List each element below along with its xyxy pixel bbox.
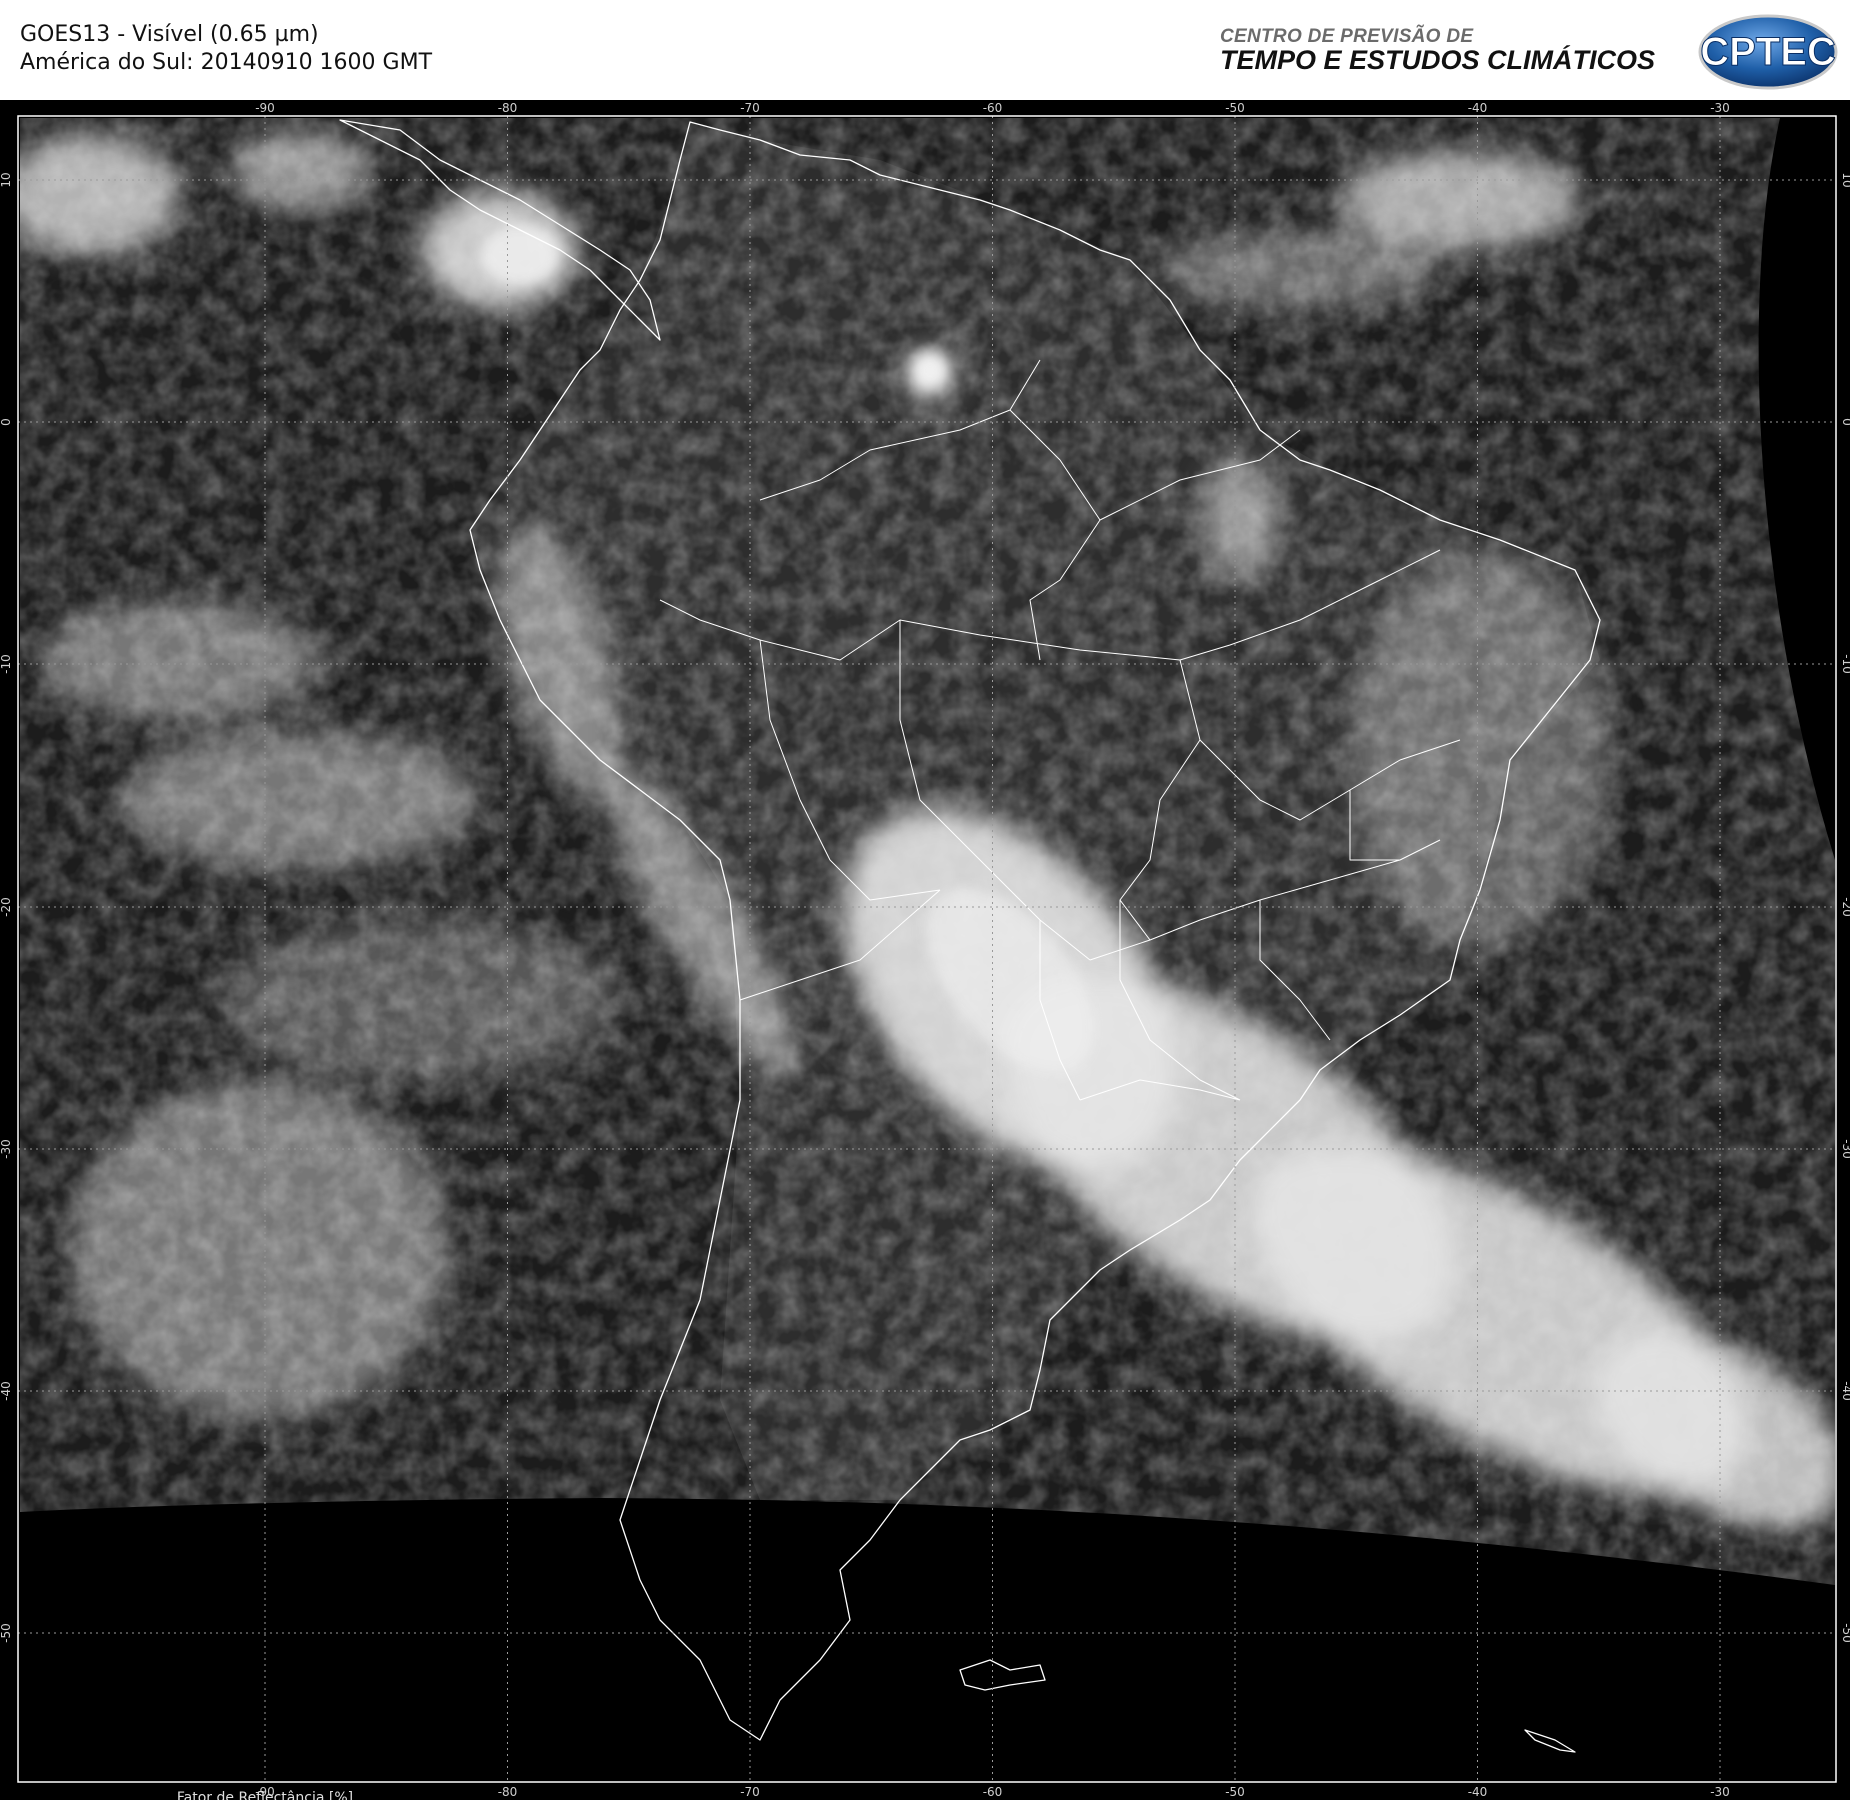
lat-label-right: -50 (1840, 1623, 1850, 1643)
lon-label-bottom: -40 (1468, 1785, 1488, 1799)
lon-label-bottom: -80 (498, 1785, 518, 1799)
reflectance-legend: Fator de Reflectância [%] 08162432404856… (50, 1790, 480, 1800)
page: GOES13 - Visível (0.65 µm) América do Su… (0, 0, 1850, 1800)
lon-label-bottom: -50 (1225, 1785, 1245, 1799)
header: GOES13 - Visível (0.65 µm) América do Su… (0, 0, 1850, 100)
lon-label-bottom: -30 (1710, 1785, 1730, 1799)
lon-label-top: -60 (983, 101, 1003, 115)
product-title: GOES13 - Visível (0.65 µm) (20, 22, 319, 47)
lon-label-top: -90 (255, 101, 275, 115)
lon-label-top: -70 (740, 101, 760, 115)
lon-label-top: -50 (1225, 101, 1245, 115)
lat-label-right: -10 (1840, 654, 1850, 674)
lat-label-left: 0 (0, 418, 13, 426)
lat-label-right: -30 (1840, 1139, 1850, 1159)
logo-text: CPTEC (1700, 30, 1836, 74)
cptec-logo: CPTEC (1698, 14, 1838, 90)
legend-title: Fator de Reflectância [%] (176, 1790, 354, 1800)
lat-label-left: -50 (0, 1623, 13, 1643)
lat-label-left: -40 (0, 1381, 13, 1401)
lon-label-bottom: -60 (983, 1785, 1003, 1799)
org-title: TEMPO E ESTUDOS CLIMÁTICOS (1220, 45, 1656, 75)
lat-label-right: 0 (1840, 418, 1850, 426)
lat-label-left: -30 (0, 1139, 13, 1159)
map-canvas: -90 -80 -70 -60 -50 -40 -30 -90 -80 -70 -60 -50 -40… (0, 100, 1850, 1800)
lon-label-top: -80 (498, 101, 518, 115)
lat-label-left: -20 (0, 897, 13, 917)
lat-label-right: -40 (1840, 1381, 1850, 1401)
lat-label-right: 10 (1840, 172, 1850, 187)
satellite-image: -90 -80 -70 -60 -50 -40 -30 -90 -80 -70 -60 -50 -40… (0, 100, 1850, 1800)
lat-label-left: -10 (0, 654, 13, 674)
lon-label-top: -40 (1468, 101, 1488, 115)
lon-label-top: -30 (1710, 101, 1730, 115)
lon-label-bottom: -70 (740, 1785, 760, 1799)
lat-label-right: -20 (1840, 897, 1850, 917)
lat-label-left: 10 (0, 172, 13, 187)
region-timestamp: América do Sul: 20140910 1600 GMT (20, 50, 433, 75)
